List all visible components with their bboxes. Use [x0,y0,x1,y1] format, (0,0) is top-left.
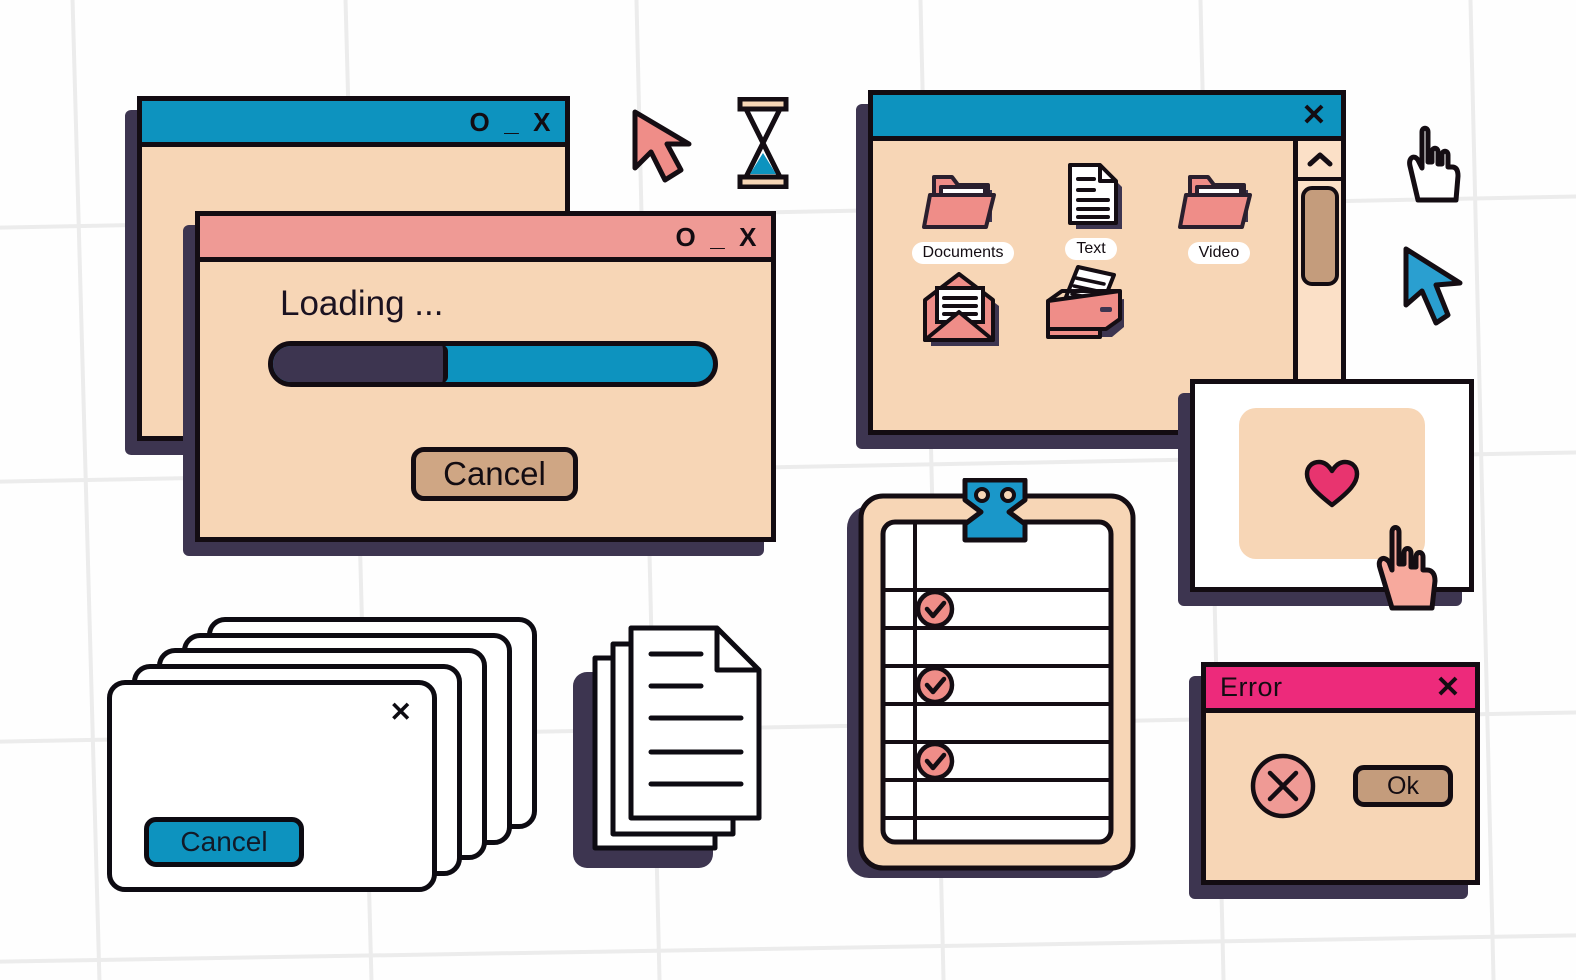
check-circle-icon [915,665,955,705]
loading-dialog-body: Loading ... Cancel [200,262,771,537]
maximize-icon[interactable]: O [675,224,696,250]
titlebar-back-window[interactable]: O _ X [142,101,565,147]
titlebar-error-dialog[interactable]: Error ✕ [1206,667,1475,713]
cancel-button[interactable]: Cancel [144,817,304,867]
file-item-text[interactable]: Text [1033,155,1149,260]
loading-dialog[interactable]: O _ X Loading ... Cancel [183,211,776,556]
close-icon[interactable]: ✕ [389,697,412,728]
minimize-icon[interactable]: _ [710,224,725,250]
pointing-hand-cursor-white [1396,122,1470,217]
error-dialog-body: Ok [1206,713,1475,880]
window-controls-loading[interactable]: O _ X [675,224,757,250]
folder-icon [1161,159,1277,237]
close-icon[interactable]: X [533,109,551,135]
titlebar-loading-dialog[interactable]: O _ X [200,216,771,262]
pointing-hand-cursor-pink [1366,522,1450,625]
progress-bar [268,341,718,387]
heart-icon [1304,459,1360,507]
close-icon[interactable]: ✕ [1435,672,1461,703]
doc-sheet-1 [628,625,762,821]
window-controls-file-manager[interactable]: ✕ [1301,100,1327,131]
file-item-label: Documents [911,242,1015,264]
document-icon [1033,155,1149,233]
error-dialog-title: Error [1220,672,1283,702]
window-controls-error[interactable]: ✕ [1435,672,1461,703]
hourglass-icon [734,96,792,194]
maximize-icon[interactable]: O [469,109,490,135]
arrow-cursor-blue [1398,243,1474,338]
file-item-label: Video [1187,242,1251,264]
checklist-clipboard[interactable] [843,477,1143,890]
window-frame: O _ X Loading ... Cancel [195,211,776,542]
cancel-button[interactable]: Cancel [411,447,578,501]
window-frame: Error ✕ Ok [1201,662,1480,885]
ok-button[interactable]: Ok [1353,765,1453,807]
chevron-up-icon [1307,152,1332,167]
document-stack[interactable] [565,612,780,887]
arrow-cursor-pink [627,106,709,193]
window-controls-back[interactable]: O _ X [469,109,551,135]
minimize-icon[interactable]: _ [504,109,519,135]
close-icon[interactable]: X [739,224,757,250]
error-dialog[interactable]: Error ✕ Ok [1189,662,1480,899]
printer-icon [1028,265,1144,343]
scroll-up-button[interactable] [1298,141,1341,181]
file-item-label: Text [1065,238,1117,260]
folder-icon [905,159,1021,237]
scrollbar-thumb[interactable] [1301,185,1339,286]
check-circle-icon [915,589,955,629]
progress-bar-fill [273,346,448,382]
close-icon[interactable]: ✕ [1301,100,1327,131]
file-item-printer[interactable] [1028,265,1144,343]
file-item-documents[interactable]: Documents [905,159,1021,264]
file-item-mail[interactable] [903,270,1019,348]
titlebar-file-manager[interactable]: ✕ [873,95,1341,141]
error-circle-x-icon [1248,751,1318,826]
card-front[interactable]: ✕ Cancel [107,680,437,892]
file-item-video[interactable]: Video [1161,159,1277,264]
loading-status-text: Loading ... [280,284,444,323]
envelope-icon [903,270,1019,348]
check-circle-icon [915,741,955,781]
stacked-dialog-cards[interactable]: ✕ Cancel [107,617,537,892]
